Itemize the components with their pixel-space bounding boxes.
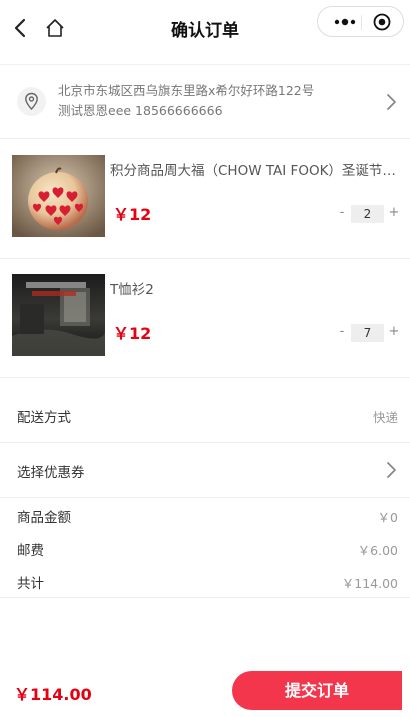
decrease-button[interactable]: -: [336, 205, 348, 220]
goods-amount-label: 商品金额: [17, 510, 71, 526]
divider: [0, 597, 410, 598]
chevron-right-icon: [387, 462, 396, 478]
nav-bar: 确认订单: [0, 0, 410, 56]
goods-amount-row: 商品金额 ￥0: [0, 505, 410, 527]
capsule-divider: [361, 15, 362, 30]
order-item: 积分商品周大福（CHOW TAI FOOK）圣诞节礼物 ￥12 - 2 +: [0, 141, 410, 259]
delivery-value: 快递: [372, 410, 398, 425]
close-miniprogram-icon[interactable]: [373, 13, 391, 31]
total-label: 共计: [17, 576, 44, 592]
product-price: ￥12: [113, 324, 152, 343]
product-price: ￥12: [113, 205, 152, 224]
divider: [0, 497, 410, 498]
recipient-line: 测试恩恩eee 18566666666: [58, 103, 223, 118]
order-item: T恤衫2 ￥12 - 7 +: [0, 260, 410, 378]
quantity-stepper: - 2 +: [336, 205, 406, 223]
coupon-label: 选择优惠券: [17, 465, 85, 481]
checkout-bar: ￥114.00 提交订单: [0, 668, 410, 717]
total-value: ￥114.00: [341, 576, 398, 591]
coupon-row[interactable]: 选择优惠券: [0, 443, 410, 497]
shipping-fee-row: 邮费 ￥6.00: [0, 538, 410, 560]
footer-total-price: ￥114.00: [14, 685, 92, 704]
decrease-button[interactable]: -: [336, 324, 348, 339]
submit-order-button[interactable]: 提交订单: [232, 671, 402, 710]
quantity-input[interactable]: 7: [351, 324, 384, 342]
product-name: 积分商品周大福（CHOW TAI FOOK）圣诞节礼物: [110, 163, 402, 179]
total-row: 共计 ￥114.00: [0, 571, 410, 593]
address-line: 北京市东城区西乌旗东里路x希尔好环路122号: [58, 83, 315, 98]
miniprogram-capsule: [317, 6, 404, 37]
delivery-method-row[interactable]: 配送方式 快递: [0, 388, 410, 442]
quantity-input[interactable]: 2: [351, 205, 384, 223]
shipping-address[interactable]: 北京市东城区西乌旗东里路x希尔好环路122号 测试恩恩eee 185666666…: [0, 64, 410, 139]
shipping-fee-value: ￥6.00: [357, 543, 398, 558]
address-text: 北京市东城区西乌旗东里路x希尔好环路122号 测试恩恩eee 185666666…: [58, 81, 358, 121]
quantity-stepper: - 7 +: [336, 324, 406, 342]
chevron-right-icon: [387, 94, 396, 110]
delivery-label: 配送方式: [17, 410, 71, 426]
goods-amount-value: ￥0: [377, 510, 398, 525]
product-name: T恤衫2: [110, 282, 154, 298]
product-image: [12, 155, 105, 237]
more-icon[interactable]: [332, 15, 358, 29]
shipping-fee-label: 邮费: [17, 543, 44, 559]
product-image: [12, 274, 105, 356]
increase-button[interactable]: +: [388, 324, 400, 339]
location-icon: [17, 87, 46, 116]
increase-button[interactable]: +: [388, 205, 400, 220]
